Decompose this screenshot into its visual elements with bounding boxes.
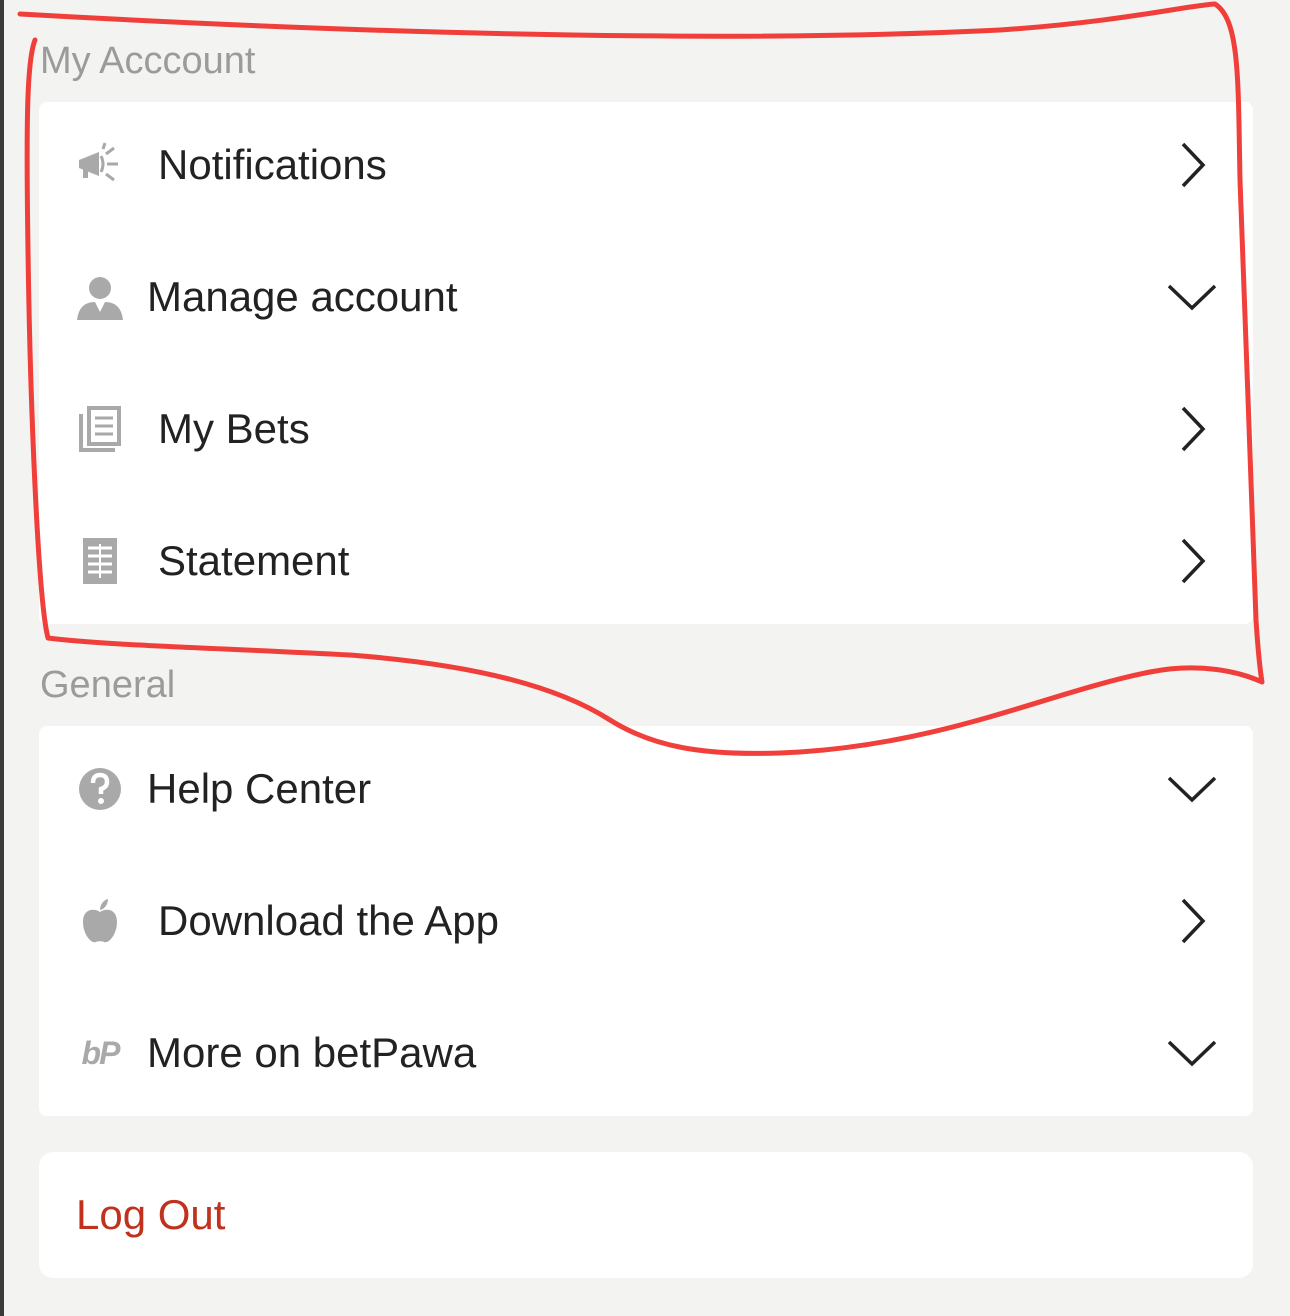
general-card: Help Center Download the App bP More on …: [39, 726, 1253, 1116]
chevron-down-icon: [1167, 1040, 1217, 1067]
bet-slips-icon: [75, 404, 125, 454]
menu-item-download-app[interactable]: Download the App: [39, 858, 1253, 984]
menu-item-label: Download the App: [158, 897, 499, 944]
user-icon: [75, 272, 125, 322]
chevron-down-icon: [1167, 284, 1217, 311]
logout-button[interactable]: Log Out: [39, 1152, 1253, 1278]
logout-label: Log Out: [76, 1191, 226, 1238]
my-account-card: Notifications Manage account My Bets Sta…: [39, 102, 1253, 624]
chevron-right-icon: [1181, 538, 1206, 584]
menu-item-label: More on betPawa: [147, 1029, 477, 1076]
statement-icon: [75, 536, 125, 586]
menu-item-label: Notifications: [158, 141, 387, 188]
menu-item-label: My Bets: [158, 405, 310, 452]
chevron-right-icon: [1181, 406, 1206, 452]
menu-item-manage-account[interactable]: Manage account: [39, 234, 1253, 360]
menu-item-my-bets[interactable]: My Bets: [39, 366, 1253, 492]
account-menu-screen: My Acccount Notifications Manage account…: [0, 0, 1290, 1316]
menu-item-notifications[interactable]: Notifications: [39, 102, 1253, 228]
menu-item-help-center[interactable]: Help Center: [39, 726, 1253, 852]
betpawa-logo-icon: bP: [81, 1034, 121, 1071]
menu-item-statement[interactable]: Statement: [39, 498, 1253, 624]
menu-item-more-on-betpawa[interactable]: bP More on betPawa: [39, 990, 1253, 1116]
chevron-right-icon: [1181, 142, 1206, 188]
chevron-right-icon: [1181, 898, 1206, 944]
menu-item-label: Manage account: [147, 273, 458, 320]
general-section-title: General: [40, 664, 176, 706]
my-account-section-title: My Acccount: [40, 40, 256, 82]
chevron-down-icon: [1167, 776, 1217, 803]
megaphone-icon: [75, 140, 125, 190]
left-edge-divider: [0, 0, 4, 1316]
help-icon: [75, 764, 125, 814]
menu-item-label: Help Center: [147, 765, 372, 812]
menu-item-label: Statement: [158, 537, 350, 584]
apple-icon: [75, 896, 125, 946]
